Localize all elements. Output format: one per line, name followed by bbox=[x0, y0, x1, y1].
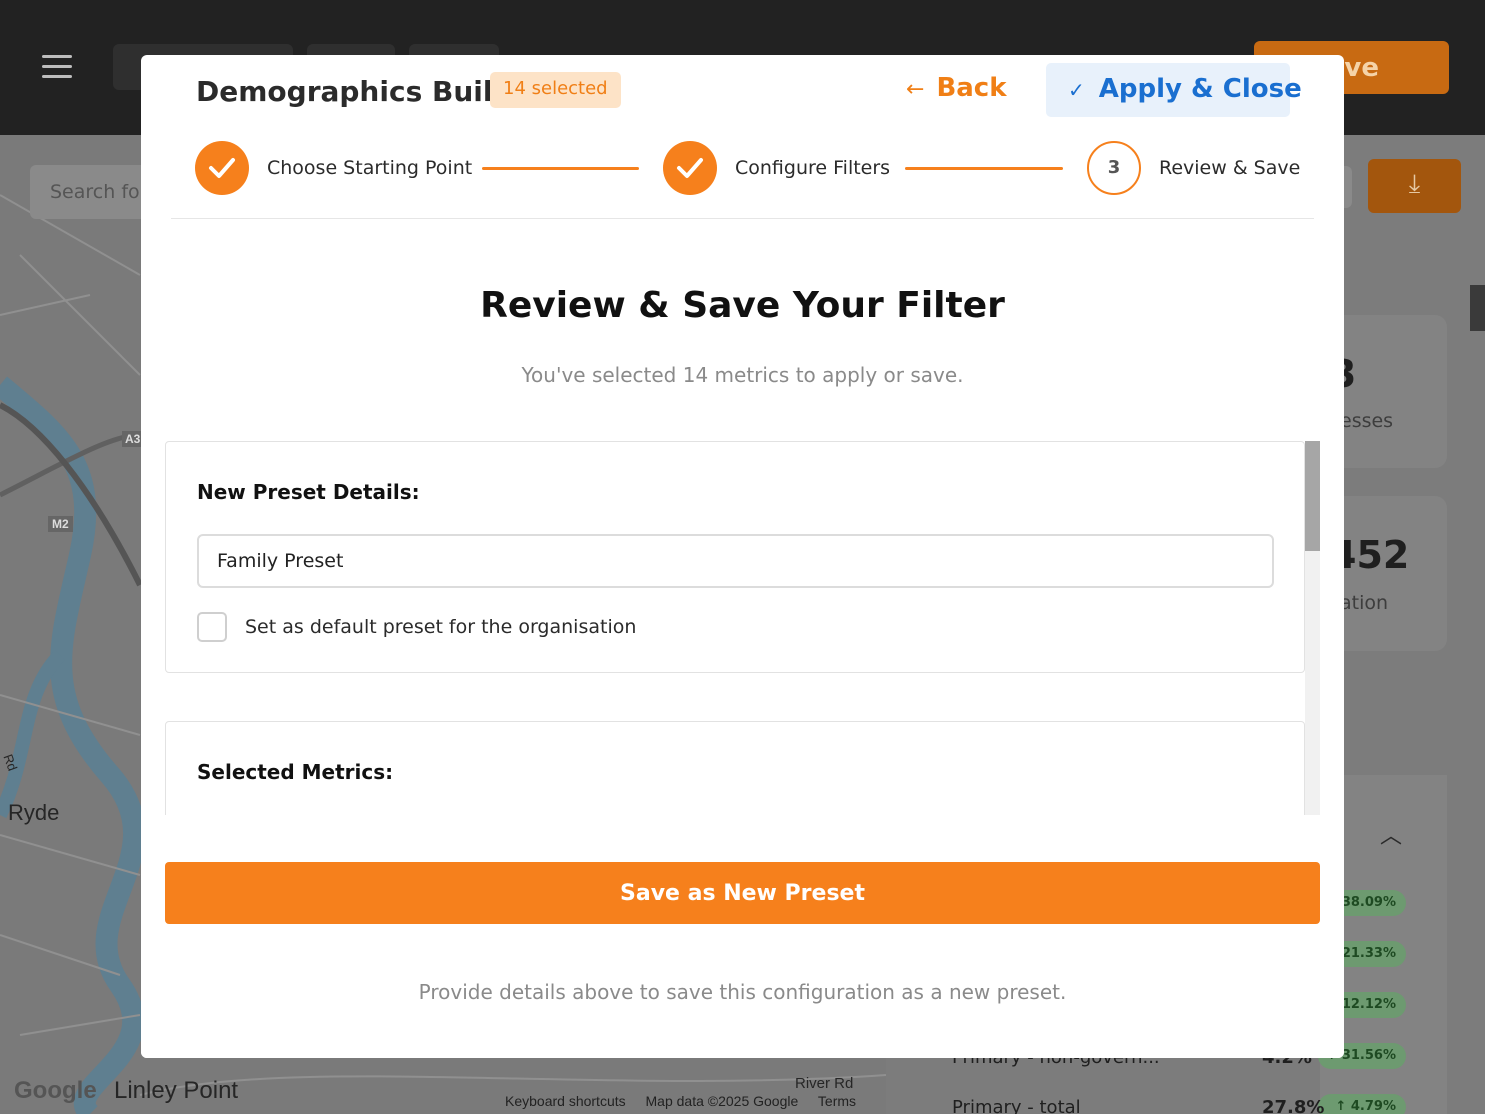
preset-name-input[interactable] bbox=[197, 534, 1274, 588]
apply-close-button[interactable]: ✓ Apply & Close bbox=[1046, 63, 1302, 117]
arrow-left-icon: ← bbox=[906, 77, 925, 102]
page-scrollbar[interactable] bbox=[1470, 285, 1485, 331]
preset-details-card: New Preset Details: Set as default prese… bbox=[165, 441, 1305, 673]
apply-close-label: Apply & Close bbox=[1098, 74, 1302, 104]
modal-scrollbar-thumb[interactable] bbox=[1305, 441, 1320, 551]
map-street-label: River Rd bbox=[795, 1075, 854, 1092]
step-3-number: 3 bbox=[1087, 141, 1141, 195]
map-road-label: M2 bbox=[48, 516, 73, 532]
step-1-check-icon bbox=[195, 141, 249, 195]
step-2-check-icon bbox=[663, 141, 717, 195]
back-button[interactable]: ← Back bbox=[906, 73, 1007, 113]
keyboard-shortcuts-link[interactable]: Keyboard shortcuts bbox=[505, 1093, 626, 1109]
preset-details-heading: New Preset Details: bbox=[197, 480, 420, 504]
metric-row-label: Primary - total bbox=[952, 1097, 1081, 1114]
check-icon: ✓ bbox=[1068, 78, 1085, 102]
save-as-new-preset-button[interactable]: Save as New Preset bbox=[165, 862, 1320, 924]
review-title: Review & Save Your Filter bbox=[480, 285, 1005, 326]
map-data-text: Map data ©2025 Google bbox=[645, 1093, 799, 1109]
terms-link[interactable]: Terms bbox=[818, 1093, 856, 1109]
selected-count-badge: 14 selected bbox=[490, 72, 621, 108]
google-logo: Google bbox=[14, 1077, 97, 1104]
download-button[interactable]: ⤓ bbox=[1368, 159, 1461, 213]
download-icon: ⤓ bbox=[1408, 169, 1421, 199]
modal-footer-area bbox=[141, 815, 1344, 1058]
map-suburb-label: Linley Point bbox=[114, 1077, 239, 1104]
step-1-label: Choose Starting Point bbox=[267, 157, 473, 179]
collapse-chevron-icon[interactable]: ︿ bbox=[1380, 818, 1402, 850]
step-connector bbox=[905, 167, 1063, 170]
map-attribution: Keyboard shortcuts Map data ©2025 Google… bbox=[505, 1093, 872, 1109]
back-button-label: Back bbox=[936, 73, 1007, 103]
save-hint-text: Provide details above to save this confi… bbox=[418, 980, 1067, 1004]
change-badge: ↑ 4.79% bbox=[1318, 1094, 1406, 1114]
map-suburb-label: Ryde bbox=[8, 800, 60, 825]
step-2-label: Configure Filters bbox=[735, 157, 891, 179]
default-preset-checkbox[interactable] bbox=[197, 612, 227, 642]
stat-label: ation bbox=[1340, 592, 1389, 614]
step-connector bbox=[482, 167, 639, 170]
selected-metrics-heading: Selected Metrics: bbox=[197, 760, 394, 784]
stat-label: esses bbox=[1340, 410, 1394, 432]
metric-row-value: 27.8% bbox=[1262, 1097, 1325, 1114]
step-3-label: Review & Save bbox=[1159, 157, 1301, 179]
default-preset-label[interactable]: Set as default preset for the organisati… bbox=[245, 616, 636, 638]
hamburger-menu-icon[interactable] bbox=[42, 55, 72, 79]
demographics-builder-modal: Demographics Builder 14 selected ← Back ✓… bbox=[141, 55, 1344, 1058]
review-subtitle: You've selected 14 metrics to apply or s… bbox=[521, 363, 964, 387]
stepper-divider bbox=[171, 218, 1314, 219]
